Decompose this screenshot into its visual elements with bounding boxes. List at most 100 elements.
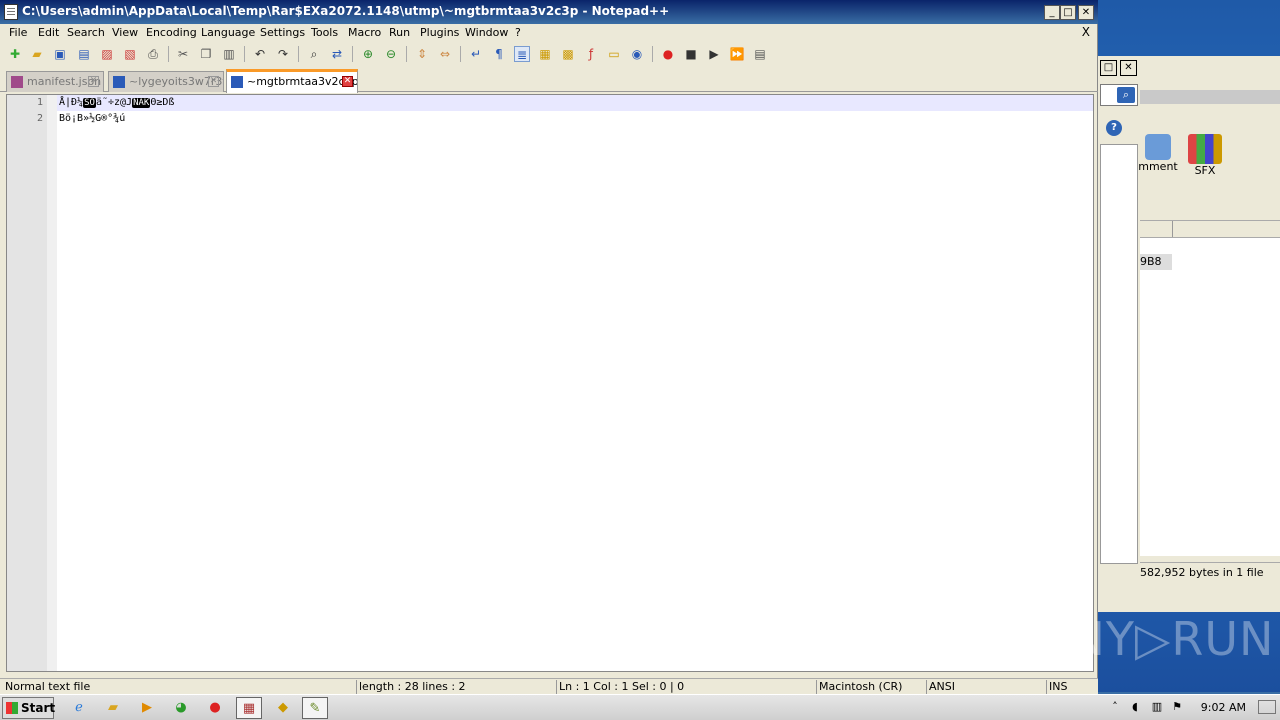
winrar-taskbar-icon[interactable]: ▦ — [236, 697, 262, 719]
open-folder-icon[interactable]: ▰ — [29, 46, 45, 62]
close-button[interactable]: ✕ — [1120, 60, 1137, 76]
show-hidden-icons-icon[interactable]: ˄ — [1108, 700, 1122, 714]
sfx-label: SFX — [1194, 164, 1216, 177]
sfx-toolbar-button[interactable]: SFX — [1184, 134, 1226, 177]
zoom-out-icon[interactable]: ⊖ — [383, 46, 399, 62]
paste-icon[interactable]: ▥ — [221, 46, 237, 62]
comment-toolbar-button[interactable]: mment — [1138, 134, 1178, 173]
menu-tools[interactable]: Tools — [311, 26, 338, 39]
internet-explorer-icon[interactable]: ℯ — [66, 697, 92, 719]
file-list[interactable]: 9B8 — [1140, 238, 1280, 556]
tab-manifest-json[interactable]: manifest.json ✕ — [6, 71, 104, 92]
redo-icon[interactable]: ↷ — [275, 46, 291, 62]
line-number: 1 — [36, 97, 43, 108]
sync-vertical-icon[interactable]: ⇕ — [414, 46, 430, 62]
search-icon[interactable]: ⌕ — [1117, 87, 1135, 103]
line-number-gutter[interactable]: 1 2 — [7, 95, 57, 671]
chrome-icon[interactable]: ◕ — [168, 697, 194, 719]
close-all-icon[interactable]: ▧ — [122, 46, 138, 62]
status-encoding[interactable]: ANSI — [929, 680, 1045, 694]
print-icon[interactable]: ⎙ — [145, 46, 161, 62]
document-map-icon[interactable]: ▩ — [560, 46, 576, 62]
editor-area[interactable]: 1 2 Å|Ð¼SOä˜÷z@JNAKΘ≥Dß Bö¡B»½G®°¾ú — [6, 94, 1094, 672]
file-list-row[interactable]: 9B8 — [1140, 254, 1172, 270]
menu-window[interactable]: Window — [465, 26, 508, 39]
file-list-header[interactable] — [1140, 220, 1280, 238]
save-all-icon[interactable]: ▤ — [76, 46, 92, 62]
folder-workspace-icon[interactable]: ▭ — [606, 46, 622, 62]
indent-guide-icon[interactable]: ≣ — [514, 46, 530, 62]
tool-taskbar-icon[interactable]: ◆ — [270, 697, 296, 719]
copy-icon[interactable]: ❐ — [198, 46, 214, 62]
maximize-button[interactable]: □ — [1060, 5, 1076, 20]
menu-macro[interactable]: Macro — [348, 26, 381, 39]
code-text: Å|Ð¼ — [59, 97, 84, 108]
undo-icon[interactable]: ↶ — [252, 46, 268, 62]
status-eol-format[interactable]: Macintosh (CR) — [819, 680, 925, 694]
play-macro-icon[interactable]: ▶ — [706, 46, 722, 62]
menu-language[interactable]: Language — [201, 26, 255, 39]
new-file-icon[interactable]: ✚ — [7, 46, 23, 62]
sfx-icon — [1188, 134, 1222, 164]
menu-file[interactable]: File — [9, 26, 27, 39]
replace-icon[interactable]: ⇄ — [329, 46, 345, 62]
close-document-button[interactable]: X — [1082, 25, 1090, 39]
menu-edit[interactable]: Edit — [38, 26, 59, 39]
fold-margin[interactable] — [47, 95, 57, 671]
minimize-button[interactable]: _ — [1044, 5, 1060, 20]
tab-close-icon[interactable]: ✕ — [342, 76, 353, 87]
volume-icon[interactable]: ◖ — [1128, 700, 1142, 714]
close-button[interactable]: ✕ — [1078, 5, 1094, 20]
winrar-search-field[interactable]: ⌕ — [1100, 84, 1138, 106]
menu-run[interactable]: Run — [389, 26, 410, 39]
code-line[interactable]: Å|Ð¼SOä˜÷z@JNAKΘ≥Dß — [57, 95, 1093, 111]
sync-horizontal-icon[interactable]: ⇔ — [437, 46, 453, 62]
find-icon[interactable]: ⌕ — [306, 46, 322, 62]
menu-settings[interactable]: Settings — [260, 26, 305, 39]
taskbar: Start ℯ ▰ ▶ ◕ ● ▦ ◆ ✎ ˄ ◖ ▥ ⚑ 9:02 AM — [0, 694, 1280, 720]
tab-mgtbrmtaa3v2c3p[interactable]: ~mgtbrmtaa3v2c3p ✕ — [226, 69, 358, 93]
title-bar[interactable]: C:\Users\admin\AppData\Local\Temp\Rar$EX… — [0, 0, 1098, 24]
tab-close-icon[interactable]: ✕ — [88, 76, 99, 87]
user-language-icon[interactable]: ▦ — [537, 46, 553, 62]
word-wrap-icon[interactable]: ↵ — [468, 46, 484, 62]
tab-lygeyoits3w7r3f[interactable]: ~lygeyoits3w7r3f ✕ — [108, 71, 224, 92]
network-icon[interactable]: ▥ — [1150, 700, 1164, 714]
save-icon[interactable]: ▣ — [52, 46, 68, 62]
monitoring-eye-icon[interactable]: ◉ — [629, 46, 645, 62]
menu-plugins[interactable]: Plugins — [420, 26, 459, 39]
help-icon[interactable]: ? — [1106, 120, 1122, 136]
status-separator — [356, 680, 357, 694]
close-file-icon[interactable]: ▨ — [99, 46, 115, 62]
menu-search[interactable]: Search — [67, 26, 105, 39]
stop-macro-icon[interactable]: ■ — [683, 46, 699, 62]
action-center-flag-icon[interactable]: ⚑ — [1170, 700, 1184, 714]
menu-encoding[interactable]: Encoding — [146, 26, 197, 39]
tab-close-icon[interactable]: ✕ — [208, 76, 219, 87]
status-insert-mode[interactable]: INS — [1049, 680, 1089, 694]
opera-icon[interactable]: ● — [202, 697, 228, 719]
notepadpp-taskbar-icon[interactable]: ✎ — [302, 697, 328, 719]
menu-view[interactable]: View — [112, 26, 138, 39]
save-macro-icon[interactable]: ▤ — [752, 46, 768, 62]
show-desktop-icon[interactable] — [1258, 700, 1276, 714]
winrar-folder-tree[interactable] — [1100, 144, 1138, 564]
run-macro-multiple-icon[interactable]: ⏩ — [729, 46, 745, 62]
comment-label: mment — [1138, 160, 1178, 173]
status-file-type: Normal text file — [5, 680, 91, 693]
code-line[interactable]: Bö¡B»½G®°¾ú — [57, 111, 1093, 127]
start-button[interactable]: Start — [2, 697, 55, 719]
show-all-chars-icon[interactable]: ¶ — [491, 46, 507, 62]
cut-icon[interactable]: ✂ — [175, 46, 191, 62]
clock[interactable]: 9:02 AM — [1201, 701, 1246, 714]
status-separator — [1046, 680, 1047, 694]
file-explorer-icon[interactable]: ▰ — [100, 697, 126, 719]
maximize-button[interactable]: □ — [1100, 60, 1117, 76]
zoom-in-icon[interactable]: ⊕ — [360, 46, 376, 62]
menu-help[interactable]: ? — [515, 26, 521, 39]
record-macro-icon[interactable]: ● — [660, 46, 676, 62]
media-player-icon[interactable]: ▶ — [134, 697, 160, 719]
function-list-icon[interactable]: ƒ — [583, 46, 599, 62]
toolbar-separator — [652, 46, 653, 62]
notepad-app-icon[interactable] — [4, 4, 18, 20]
